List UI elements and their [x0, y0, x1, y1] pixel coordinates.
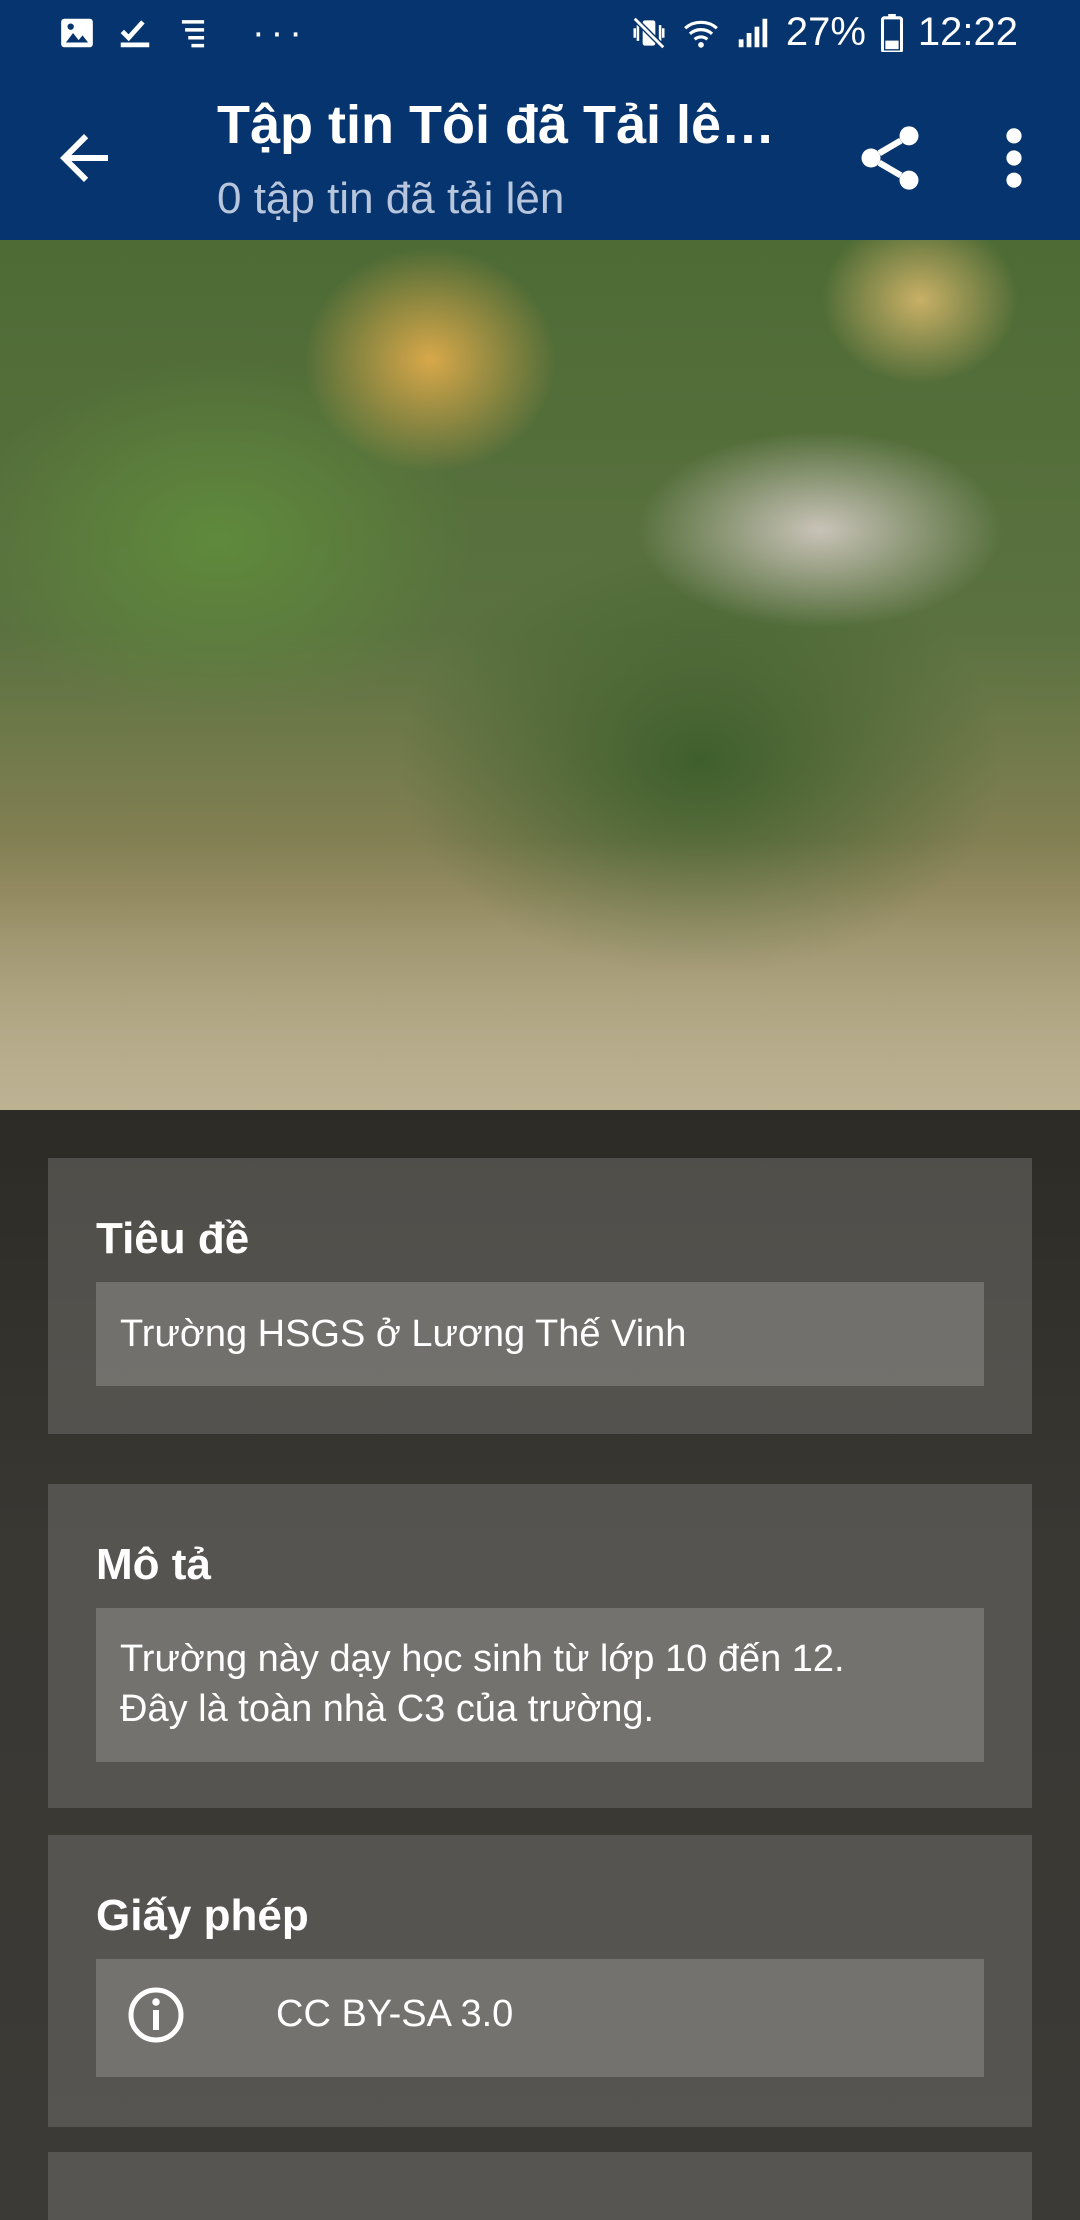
description-line-2: Đây là toàn nhà C3 của trường.	[120, 1688, 655, 1730]
description-line-1: Trường này dạy học sinh từ lớp 10 đến 12…	[120, 1638, 845, 1680]
license-value: CC BY-SA 3.0	[276, 1993, 514, 2035]
checklist-notification-icon	[120, 20, 150, 48]
page-subtitle: 0 tập tin đã tải lên	[217, 174, 565, 223]
clock: 12:22	[917, 10, 1018, 54]
description-field[interactable]: Trường này dạy học sinh từ lớp 10 đến 12…	[96, 1608, 984, 1762]
more-vert-icon[interactable]	[992, 120, 1036, 196]
battery-icon	[880, 13, 903, 52]
description-card: Mô tả Trường này dạy học sinh từ lớp 10 …	[48, 1484, 1032, 1808]
app-bar: Tập tin Tôi đã Tải lê… 0 tập tin đã tải …	[0, 72, 1080, 240]
wifi-icon	[683, 20, 718, 48]
license-card: Giấy phép CC BY-SA 3.0	[48, 1835, 1032, 2127]
license-field[interactable]: CC BY-SA 3.0	[96, 1959, 984, 2077]
title-field[interactable]: Trường HSGS ở Lương Thế Vinh	[96, 1282, 984, 1386]
info-icon	[128, 1987, 184, 2043]
signal-icon	[738, 18, 768, 47]
back-arrow-icon[interactable]	[48, 122, 120, 194]
description-label: Mô tả	[96, 1540, 211, 1589]
title-card: Tiêu đề Trường HSGS ở Lương Thế Vinh	[48, 1158, 1032, 1434]
share-icon[interactable]	[852, 120, 928, 196]
media-details-panel: Tiêu đề Trường HSGS ở Lương Thế Vinh Mô …	[0, 1110, 1080, 2220]
more-notifications-indicator: ···	[252, 12, 308, 54]
next-card	[48, 2152, 1032, 2220]
page-title: Tập tin Tôi đã Tải lê…	[217, 95, 776, 155]
data-saver-notification-icon	[181, 20, 205, 48]
vibrate-mute-icon	[632, 16, 666, 49]
status-bar-notifications: ···	[58, 14, 308, 52]
status-bar: ··· 27% 12:22	[0, 0, 1080, 72]
license-label: Giấy phép	[96, 1891, 309, 1940]
uploaded-photo	[0, 240, 1080, 1110]
status-bar-system: 27% 12:22	[630, 10, 1018, 55]
image-notification-icon	[61, 18, 93, 48]
title-label: Tiêu đề	[96, 1214, 250, 1263]
battery-percentage: 27%	[785, 10, 866, 54]
